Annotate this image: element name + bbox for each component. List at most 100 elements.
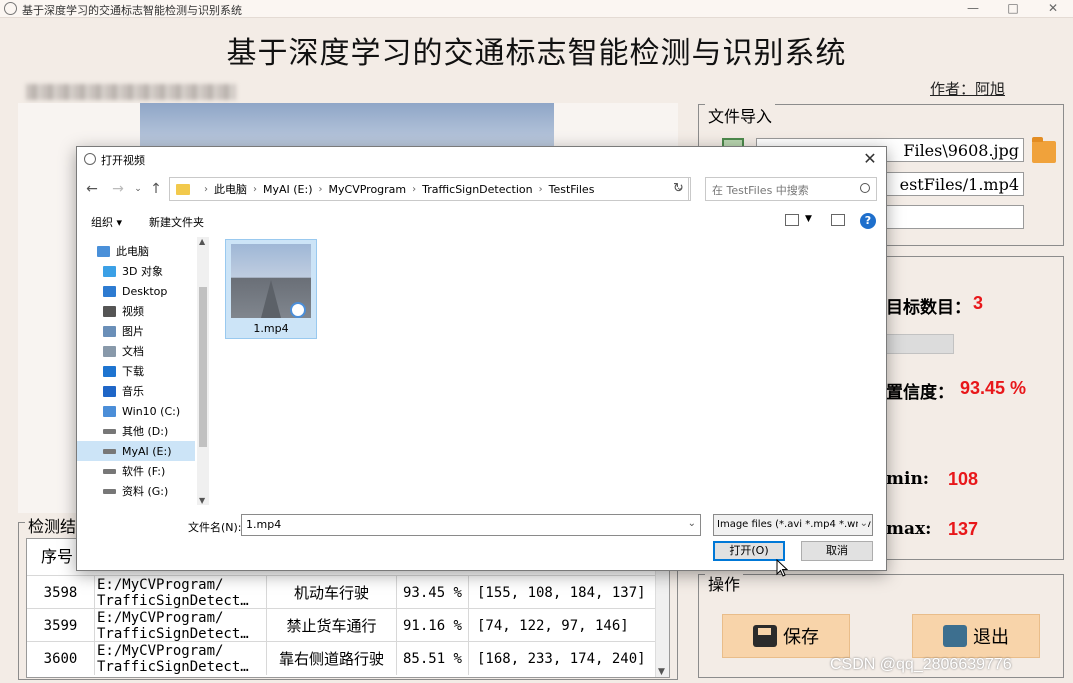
cancel-button[interactable]: 取消 bbox=[801, 541, 873, 561]
minimize-button[interactable]: — bbox=[953, 0, 993, 18]
preview-pane-icon[interactable] bbox=[831, 214, 845, 226]
filename-label: 文件名(N): bbox=[188, 521, 242, 534]
row-path: E:/MyCVProgram/ TrafficSignDetect… bbox=[95, 609, 267, 642]
nav-item-this-pc[interactable]: 此电脑 bbox=[77, 241, 195, 261]
nav-item-label: 音乐 bbox=[122, 385, 144, 398]
chevron-right-icon: › bbox=[538, 183, 543, 195]
organize-menu[interactable]: 组织 ▾ bbox=[91, 214, 122, 230]
table-row[interactable]: 3600 E:/MyCVProgram/ TrafficSignDetect… … bbox=[27, 641, 657, 675]
row-confidence: 85.51 % bbox=[397, 642, 469, 675]
nav-item-label: 此电脑 bbox=[116, 245, 149, 258]
exit-label: 退出 bbox=[973, 627, 1009, 648]
target-count-value: 3 bbox=[973, 293, 984, 313]
forward-arrow-icon[interactable]: → bbox=[109, 180, 127, 198]
nav-item-videos[interactable]: 视频 bbox=[77, 301, 195, 321]
nav-item-3d-objects[interactable]: 3D 对象 bbox=[77, 261, 195, 281]
cube-icon bbox=[103, 265, 116, 277]
open-folder-icon[interactable] bbox=[1032, 137, 1056, 163]
breadcrumb-item[interactable]: TestFiles bbox=[549, 183, 595, 196]
view-options-icon[interactable] bbox=[785, 214, 799, 226]
nav-item-label: 3D 对象 bbox=[122, 265, 163, 278]
dialog-title: 打开视频 bbox=[101, 154, 145, 167]
app-heading: 基于深度学习的交通标志智能检测与识别系统 bbox=[226, 36, 847, 71]
xmin-value: 108 bbox=[948, 469, 979, 489]
recent-dropdown-icon[interactable]: ⌄ bbox=[129, 180, 147, 198]
dialog-close-button[interactable]: ✕ bbox=[860, 149, 880, 169]
nav-item-drive-c[interactable]: Win10 (C:) bbox=[77, 401, 195, 421]
breadcrumb-item[interactable]: TrafficSignDetection bbox=[422, 183, 532, 196]
row-confidence: 93.45 % bbox=[397, 576, 469, 609]
file-type-select[interactable]: Image files (*.avi *.mp4 *.wmv ⌄ bbox=[713, 514, 873, 536]
nav-item-music[interactable]: 音乐 bbox=[77, 381, 195, 401]
table-row[interactable]: 3599 E:/MyCVProgram/ TrafficSignDetect… … bbox=[27, 608, 657, 642]
file-item[interactable]: 1.mp4 bbox=[225, 239, 317, 339]
camera-path-field[interactable] bbox=[886, 205, 1024, 229]
media-player-icon bbox=[290, 302, 306, 318]
up-arrow-icon[interactable]: ↑ bbox=[147, 180, 165, 198]
app-icon bbox=[4, 2, 17, 15]
chevron-down-icon[interactable]: ⌄ bbox=[688, 518, 696, 529]
exit-button[interactable]: 退出 bbox=[912, 614, 1040, 658]
chevron-down-icon[interactable]: ⌄ bbox=[857, 518, 868, 529]
nav-scrollbar[interactable]: ▲ ▼ bbox=[197, 237, 209, 505]
save-button[interactable]: 保存 bbox=[722, 614, 850, 658]
window-title: 基于深度学习的交通标志智能检测与识别系统 bbox=[22, 4, 242, 17]
author-label: 作者：阿旭 bbox=[930, 80, 1006, 98]
row-index: 3599 bbox=[27, 609, 95, 642]
nav-item-drive-e[interactable]: MyAI (E:) bbox=[77, 441, 195, 461]
breadcrumb-item[interactable]: 此电脑 bbox=[214, 181, 247, 197]
results-title: 检测结 bbox=[25, 513, 80, 537]
chevron-right-icon: › bbox=[204, 183, 208, 195]
filename-input[interactable]: 1.mp4 ⌄ bbox=[241, 514, 701, 536]
open-button[interactable]: 打开(O) bbox=[713, 541, 785, 561]
scrollbar-thumb[interactable] bbox=[199, 287, 207, 447]
search-input[interactable]: 在 TestFiles 中搜索 bbox=[705, 177, 877, 201]
confidence-label: 置信度： bbox=[886, 383, 954, 403]
video-icon bbox=[103, 305, 116, 317]
chevron-down-icon[interactable]: ▼ bbox=[805, 214, 812, 224]
actions-title: 操作 bbox=[705, 571, 744, 595]
maximize-button[interactable]: □ bbox=[993, 0, 1033, 18]
chevron-right-icon: › bbox=[412, 183, 417, 195]
watermark: CSDN @qq_2806639776 bbox=[830, 656, 1012, 673]
scroll-up-icon[interactable]: ▲ bbox=[199, 237, 205, 246]
nav-item-downloads[interactable]: 下载 bbox=[77, 361, 195, 381]
row-path: E:/MyCVProgram/ TrafficSignDetect… bbox=[95, 642, 267, 675]
download-icon bbox=[103, 365, 116, 377]
video-path-field[interactable]: estFiles/1.mp4 bbox=[886, 172, 1024, 196]
row-confidence: 91.16 % bbox=[397, 609, 469, 642]
nav-item-drive-d[interactable]: 其他 (D:) bbox=[77, 421, 195, 441]
nav-item-pictures[interactable]: 图片 bbox=[77, 321, 195, 341]
address-bar[interactable]: › 此电脑 › MyAI (E:) › MyCVProgram › Traffi… bbox=[169, 177, 689, 201]
music-icon bbox=[103, 385, 116, 397]
refresh-icon[interactable]: ↻ bbox=[667, 177, 691, 201]
dialog-app-icon bbox=[84, 153, 96, 165]
nav-item-label: 图片 bbox=[122, 325, 144, 338]
drive-icon bbox=[103, 468, 116, 474]
back-arrow-icon[interactable]: ← bbox=[83, 180, 101, 198]
chevron-right-icon: › bbox=[318, 183, 323, 195]
scroll-down-icon[interactable]: ▼ bbox=[199, 496, 205, 505]
dialog-titlebar: 打开视频 ✕ bbox=[77, 147, 886, 171]
nav-item-documents[interactable]: 文档 bbox=[77, 341, 195, 361]
file-name: 1.mp4 bbox=[253, 322, 289, 335]
table-row[interactable]: 3598 E:/MyCVProgram/ TrafficSignDetect… … bbox=[27, 575, 657, 609]
drive-icon bbox=[103, 448, 116, 454]
filename-value: 1.mp4 bbox=[246, 518, 282, 531]
nav-item-drive-g[interactable]: 资料 (G:) bbox=[77, 481, 195, 501]
navigation-pane[interactable]: 此电脑 3D 对象 Desktop 视频 图片 文档 下载 音乐 Win10 (… bbox=[77, 237, 209, 505]
close-window-button[interactable]: ✕ bbox=[1033, 0, 1073, 18]
file-type-value: Image files (*.avi *.mp4 *.wmv bbox=[717, 519, 872, 530]
nav-item-label: MyAI (E:) bbox=[122, 444, 172, 458]
target-select[interactable] bbox=[886, 334, 954, 354]
breadcrumb-item[interactable]: MyAI (E:) bbox=[263, 183, 313, 196]
folder-icon bbox=[176, 183, 190, 195]
breadcrumb-item[interactable]: MyCVProgram bbox=[329, 183, 407, 196]
scroll-down-icon[interactable]: ▼ bbox=[658, 667, 665, 677]
nav-item-desktop[interactable]: Desktop bbox=[77, 281, 195, 301]
help-icon[interactable]: ? bbox=[860, 213, 876, 229]
drive-icon bbox=[103, 428, 116, 434]
desktop-icon bbox=[103, 285, 116, 297]
new-folder-button[interactable]: 新建文件夹 bbox=[149, 214, 204, 230]
nav-item-drive-f[interactable]: 软件 (F:) bbox=[77, 461, 195, 481]
